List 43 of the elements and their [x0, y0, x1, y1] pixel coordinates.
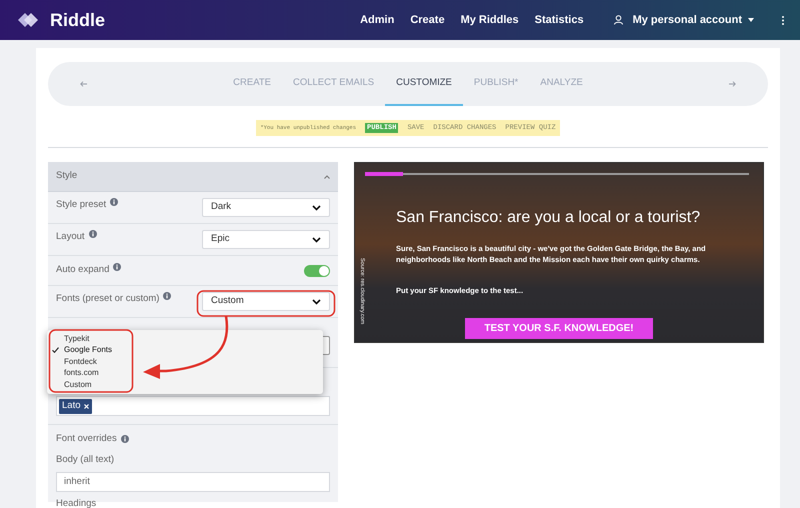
nav-link[interactable]: Create [410, 12, 445, 28]
dropdown-option[interactable]: fonts.com [64, 367, 99, 380]
field-label: Fonts (preset or custom) [56, 292, 172, 317]
tag-input[interactable]: Lato [56, 396, 330, 416]
select-field[interactable]: Dark [202, 198, 330, 217]
info-icon [113, 263, 122, 272]
info-icon [88, 230, 97, 238]
user-icon [614, 15, 623, 25]
field-label: Auto expand [56, 263, 122, 278]
dropdown-option[interactable]: Fontdeck [64, 356, 97, 368]
caret-icon [748, 18, 754, 22]
account-menu[interactable]: My personal account [632, 12, 742, 28]
dropdown-option[interactable]: Google Fonts [64, 344, 112, 356]
arrow-right-icon[interactable] [729, 81, 736, 87]
logo-text: Riddle [50, 8, 106, 32]
chevron-down-icon [312, 298, 321, 304]
input-field[interactable]: inherit [56, 472, 330, 492]
select-field[interactable]: Custom [202, 292, 330, 311]
dropdown-option[interactable]: Typekit [64, 332, 90, 345]
info-icon [120, 435, 129, 444]
section-title: Style [56, 169, 78, 184]
select-field[interactable]: Epic [202, 230, 330, 249]
nav-link[interactable]: My Riddles [460, 12, 519, 28]
nav-link[interactable]: Statistics [534, 12, 584, 28]
remove-icon[interactable] [84, 404, 88, 408]
info-icon [163, 292, 172, 300]
info-icon [110, 198, 118, 206]
chevron-down-icon [312, 236, 321, 242]
field-label: Font overrides [56, 432, 330, 446]
field-label: Layout [56, 230, 97, 255]
quiz-title: San Francisco: are you a local or a tourist? [396, 208, 702, 228]
chevron-up-icon [324, 174, 330, 178]
font-tag[interactable]: Lato [59, 398, 92, 414]
nav-link[interactable]: Admin [360, 12, 394, 28]
toggle-switch[interactable] [304, 264, 330, 276]
chevron-down-icon [312, 204, 321, 210]
arrow-left-icon[interactable] [80, 81, 87, 87]
field-label: Headings [56, 496, 98, 508]
section-header[interactable]: Style [48, 162, 338, 192]
dropdown-option[interactable]: Custom [64, 378, 92, 391]
step-tab[interactable]: CUSTOMIZE [385, 62, 463, 106]
field-label: Style preset [56, 198, 118, 223]
field-label: Body (all text) [56, 453, 116, 468]
